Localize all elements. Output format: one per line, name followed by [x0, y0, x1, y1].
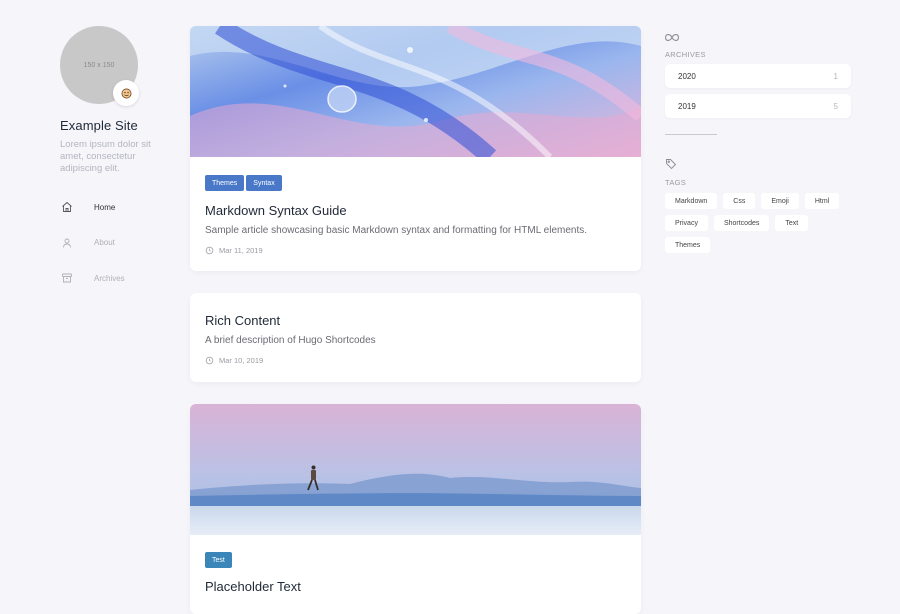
category-tag-themes[interactable]: Themes — [205, 175, 245, 191]
article-card-markdown-syntax[interactable]: Themes Syntax Markdown Syntax Guide Samp… — [190, 26, 641, 271]
article-image-desert-walker — [190, 404, 641, 535]
tags-label: TAGS — [665, 178, 687, 187]
menu-label-archives: Archives — [94, 273, 125, 283]
tag-themes[interactable]: Themes — [665, 237, 711, 253]
article-date-text: Mar 10, 2019 — [219, 356, 264, 365]
archive-year: 2019 — [678, 101, 696, 111]
emoji-face-icon — [121, 88, 131, 98]
archive-count: 1 — [833, 71, 838, 81]
right-sidebar: ARCHIVES 2020 1 2019 5 TAGS Markdown Css… — [665, 29, 851, 253]
menu-item-home[interactable]: Home — [60, 199, 160, 215]
main-menu: Home About Archives — [60, 199, 160, 286]
article-image-fluid-art — [190, 26, 641, 157]
tag-emoji[interactable]: Emoji — [761, 193, 799, 209]
tag-css[interactable]: Css — [723, 193, 756, 209]
category-list: Test — [205, 552, 626, 568]
article-date: Mar 10, 2019 — [205, 356, 626, 365]
tag-privacy[interactable]: Privacy — [665, 215, 708, 231]
avatar-placeholder-text: 150 x 150 — [83, 61, 115, 69]
menu-item-archives[interactable]: Archives — [60, 270, 160, 286]
archive-item-2019[interactable]: 2019 5 — [665, 94, 851, 118]
category-list: Themes Syntax — [205, 175, 626, 191]
tag-text[interactable]: Text — [775, 215, 809, 231]
menu-label-home: Home — [94, 202, 116, 212]
article-card-rich-content[interactable]: Rich Content A brief description of Hugo… — [190, 293, 641, 382]
article-card-placeholder-text[interactable]: Test Placeholder Text — [190, 404, 641, 614]
article-date-text: Mar 11, 2019 — [219, 246, 263, 255]
category-tag-test[interactable]: Test — [205, 552, 232, 568]
archive-icon — [60, 271, 74, 285]
article-title[interactable]: Markdown Syntax Guide — [205, 203, 626, 218]
menu-item-about[interactable]: About — [60, 235, 160, 251]
archive-count: 5 — [833, 101, 838, 111]
article-description: A brief description of Hugo Shortcodes — [205, 335, 376, 346]
widget-divider — [665, 134, 717, 135]
emoji-badge — [113, 80, 139, 106]
archive-item-2020[interactable]: 2020 1 — [665, 64, 851, 88]
tag-icon — [666, 159, 677, 170]
article-title[interactable]: Placeholder Text — [205, 579, 626, 594]
article-body: Rich Content A brief description of Hugo… — [190, 293, 641, 365]
menu-label-about: About — [94, 238, 115, 247]
tag-cloud: Markdown Css Emoji Html Privacy Shortcod… — [665, 193, 851, 253]
article-description: Sample article showcasing basic Markdown… — [205, 225, 588, 236]
archives-widget: ARCHIVES 2020 1 2019 5 — [665, 29, 851, 118]
site-description: Lorem ipsum dolor sit amet, consectetur … — [60, 139, 151, 174]
article-date: Mar 11, 2019 — [205, 246, 626, 255]
tag-markdown[interactable]: Markdown — [665, 193, 718, 209]
user-icon — [60, 236, 74, 250]
avatar-wrap: 150 x 150 — [60, 26, 139, 106]
clock-icon — [205, 356, 214, 365]
tag-html[interactable]: Html — [804, 193, 840, 209]
home-icon — [60, 200, 74, 214]
left-sidebar: 150 x 150 Example Site Lorem ipsum dolor… — [60, 26, 160, 306]
infinity-icon — [665, 34, 679, 41]
archives-label: ARCHIVES — [665, 50, 706, 59]
article-title[interactable]: Rich Content — [205, 313, 626, 328]
clock-icon — [205, 246, 214, 255]
tag-shortcodes[interactable]: Shortcodes — [713, 215, 770, 231]
site-title[interactable]: Example Site — [60, 118, 160, 133]
article-body: Themes Syntax Markdown Syntax Guide Samp… — [190, 157, 641, 255]
article-body: Test Placeholder Text — [190, 535, 641, 594]
category-tag-syntax[interactable]: Syntax — [246, 175, 282, 191]
archive-year: 2020 — [678, 71, 696, 81]
tags-widget: TAGS Markdown Css Emoji Html Privacy Sho… — [665, 157, 851, 253]
